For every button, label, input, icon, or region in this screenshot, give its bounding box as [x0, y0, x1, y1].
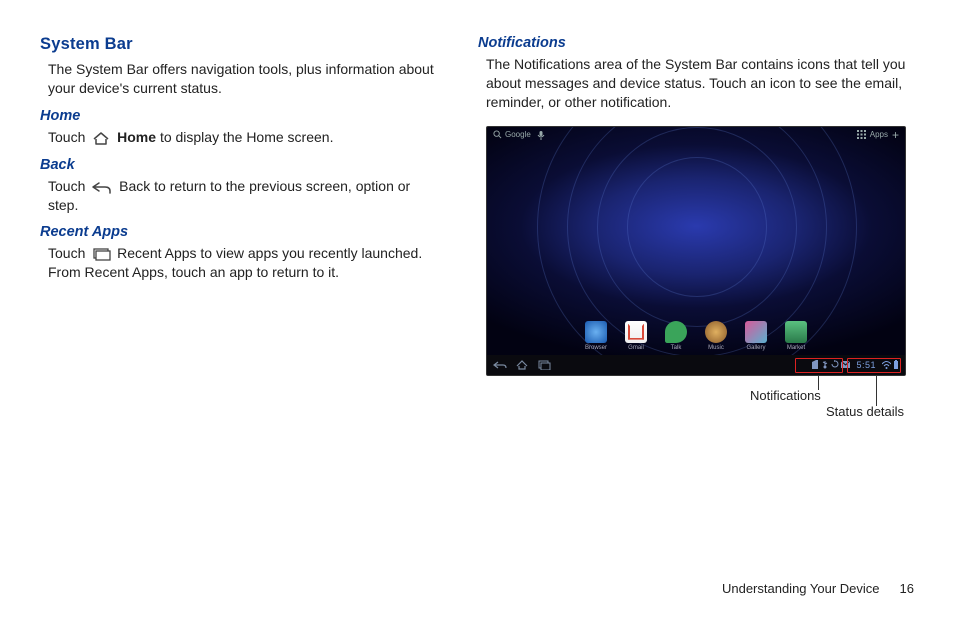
page-number: 16: [900, 581, 914, 596]
footer-section: Understanding Your Device: [722, 581, 880, 596]
home-pre: Touch: [48, 129, 89, 145]
nav-recent-icon: [537, 360, 551, 370]
back-pre: Touch: [48, 178, 89, 194]
top-bar: Google Apps +: [487, 127, 905, 143]
section-title: System Bar: [40, 35, 448, 54]
app-gallery: Gallery: [745, 321, 767, 351]
home-body: Touch Home to display the Home screen.: [48, 128, 440, 147]
back-body: Touch Back to return to the previous scr…: [48, 177, 440, 215]
notifications-body: The Notifications area of the System Bar…: [486, 55, 906, 112]
page-columns: System Bar The System Bar offers navigat…: [0, 0, 954, 376]
recent-body: Touch Recent Apps to view apps you recen…: [48, 244, 440, 282]
notifications-heading: Notifications: [478, 35, 914, 51]
app-market: Market: [785, 321, 807, 351]
recent-heading: Recent Apps: [40, 224, 448, 240]
right-column: Notifications The Notifications area of …: [478, 35, 914, 376]
app-gmail: Gmail: [625, 321, 647, 351]
callout-line-status: [876, 376, 877, 406]
search-icon: [493, 130, 502, 139]
recent-pre: Touch: [48, 245, 89, 261]
apps-label: Apps: [870, 130, 888, 139]
app-music: Music: [705, 321, 727, 351]
nav-back-icon: [493, 360, 507, 370]
home-post: to display the Home screen.: [160, 129, 334, 145]
back-icon: [91, 180, 113, 194]
left-column: System Bar The System Bar offers navigat…: [40, 35, 448, 376]
callout-box-notifications: [795, 358, 843, 373]
home-icon: [91, 131, 111, 145]
app-browser: Browser: [585, 321, 607, 351]
plus-icon: +: [892, 128, 899, 142]
back-heading: Back: [40, 157, 448, 173]
page-footer: Understanding Your Device 16: [722, 581, 914, 596]
search-label: Google: [505, 130, 531, 139]
app-talk: Talk: [665, 321, 687, 351]
intro-text: The System Bar offers navigation tools, …: [48, 60, 440, 98]
tablet-screenshot: Google Apps + Browser Gmail Talk Music G…: [486, 126, 906, 376]
recent-apps-icon: [91, 247, 111, 261]
home-label: Home: [117, 129, 156, 145]
tablet-figure: Google Apps + Browser Gmail Talk Music G…: [486, 126, 906, 376]
mic-icon: [537, 130, 545, 140]
home-heading: Home: [40, 108, 448, 124]
app-dock: Browser Gmail Talk Music Gallery Market: [487, 321, 905, 351]
nav-home-icon: [515, 360, 529, 370]
callout-box-status: [847, 358, 901, 373]
apps-grid-icon: [857, 130, 866, 139]
callout-notifications: Notifications: [750, 388, 821, 403]
callout-status: Status details: [826, 404, 904, 419]
